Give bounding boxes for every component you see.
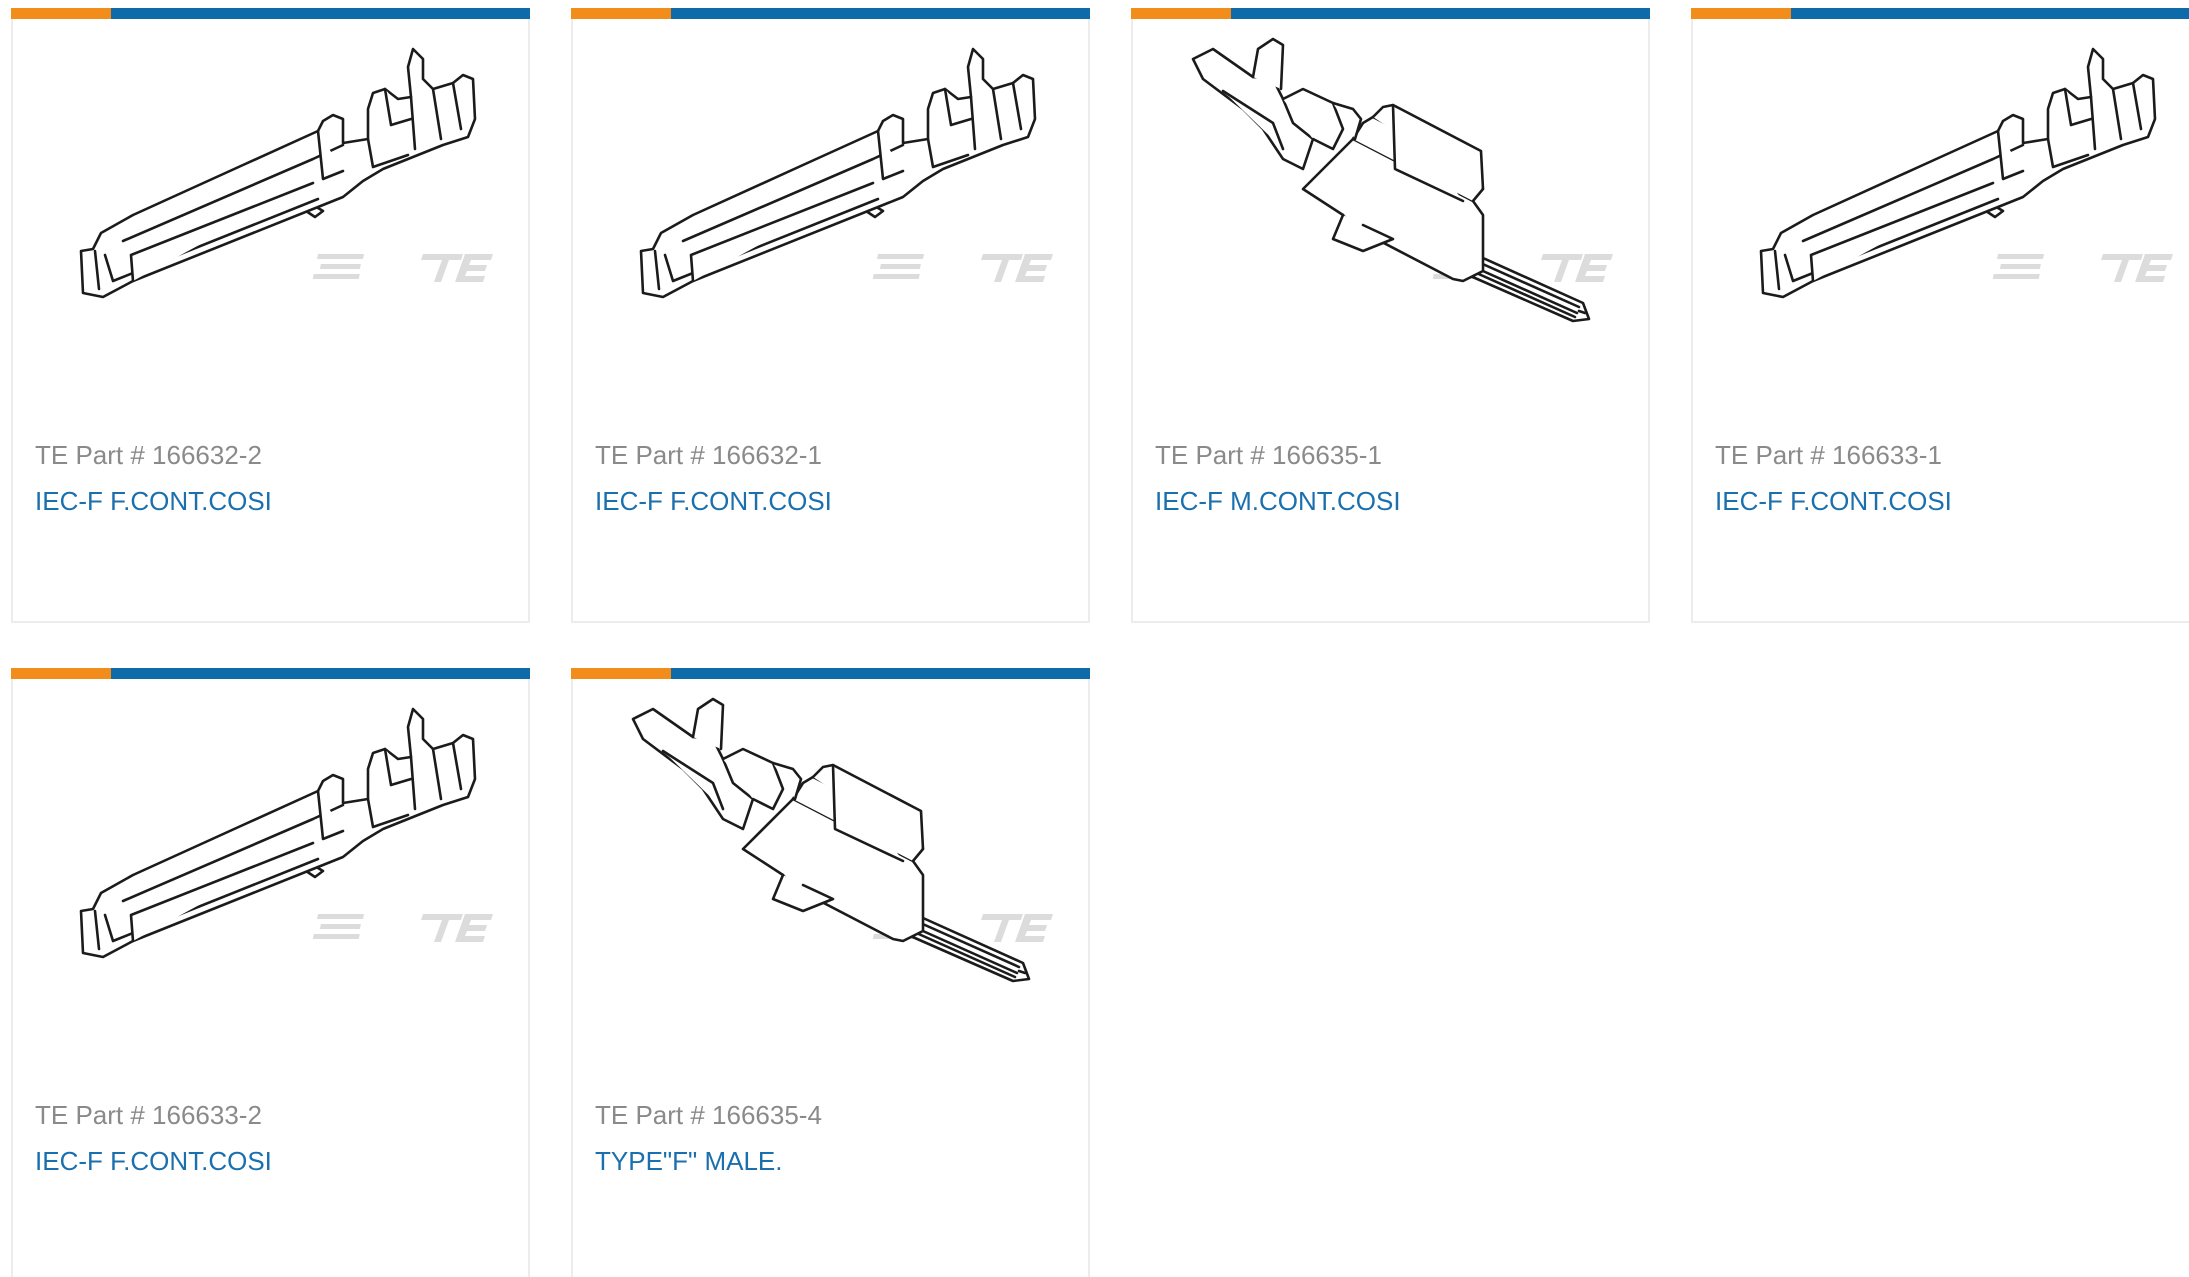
product-image[interactable] [573, 19, 1088, 389]
card-accent-bar [11, 668, 111, 679]
card-accent-bar [571, 8, 671, 19]
card-top-bar [1691, 8, 2189, 19]
part-name-link[interactable]: IEC-F F.CONT.COSI [35, 486, 272, 517]
card-accent-bar [1131, 8, 1231, 19]
card-top-bar [1131, 8, 1650, 19]
male-contact-icon [631, 697, 1053, 983]
product-image[interactable] [13, 679, 528, 1049]
card-accent-bar [1691, 8, 1791, 19]
female-contact-icon [1759, 47, 2173, 299]
part-number: TE Part # 166635-1 [1155, 440, 1382, 470]
card-top-bar [11, 8, 530, 19]
female-contact-icon [79, 707, 493, 959]
part-name-link[interactable]: IEC-F F.CONT.COSI [35, 1146, 272, 1177]
part-name-link[interactable]: IEC-F F.CONT.COSI [595, 486, 832, 517]
product-grid: TE Part # 166632-2 IEC-F F.CONT.COSI TE … [0, 0, 2189, 1277]
product-card[interactable]: TE Part # 166633-1 IEC-F F.CONT.COSI [1691, 8, 2189, 623]
part-number: TE Part # 166632-2 [35, 440, 262, 470]
product-card[interactable]: TE Part # 166632-1 IEC-F F.CONT.COSI [571, 8, 1090, 623]
product-image[interactable] [1693, 19, 2189, 389]
part-number: TE Part # 166633-1 [1715, 440, 1942, 470]
product-card[interactable]: TE Part # 166635-4 TYPE"F" MALE. [571, 668, 1090, 1277]
card-top-bar [11, 668, 530, 679]
part-number: TE Part # 166633-2 [35, 1100, 262, 1130]
part-number: TE Part # 166635-4 [595, 1100, 822, 1130]
card-accent-bar [11, 8, 111, 19]
part-number: TE Part # 166632-1 [595, 440, 822, 470]
female-contact-icon [639, 47, 1053, 299]
male-contact-icon [1191, 37, 1613, 323]
female-contact-icon [79, 47, 493, 299]
part-name-link[interactable]: IEC-F M.CONT.COSI [1155, 486, 1401, 517]
card-top-bar [571, 8, 1090, 19]
product-image[interactable] [13, 19, 528, 389]
part-name-link[interactable]: TYPE"F" MALE. [595, 1146, 783, 1177]
part-name-link[interactable]: IEC-F F.CONT.COSI [1715, 486, 1952, 517]
product-card[interactable]: TE Part # 166632-2 IEC-F F.CONT.COSI [11, 8, 530, 623]
product-image[interactable] [573, 679, 1088, 1049]
product-card[interactable]: TE Part # 166633-2 IEC-F F.CONT.COSI [11, 668, 530, 1277]
product-image[interactable] [1133, 19, 1648, 389]
product-card[interactable]: TE Part # 166635-1 IEC-F M.CONT.COSI [1131, 8, 1650, 623]
card-accent-bar [571, 668, 671, 679]
card-top-bar [571, 668, 1090, 679]
